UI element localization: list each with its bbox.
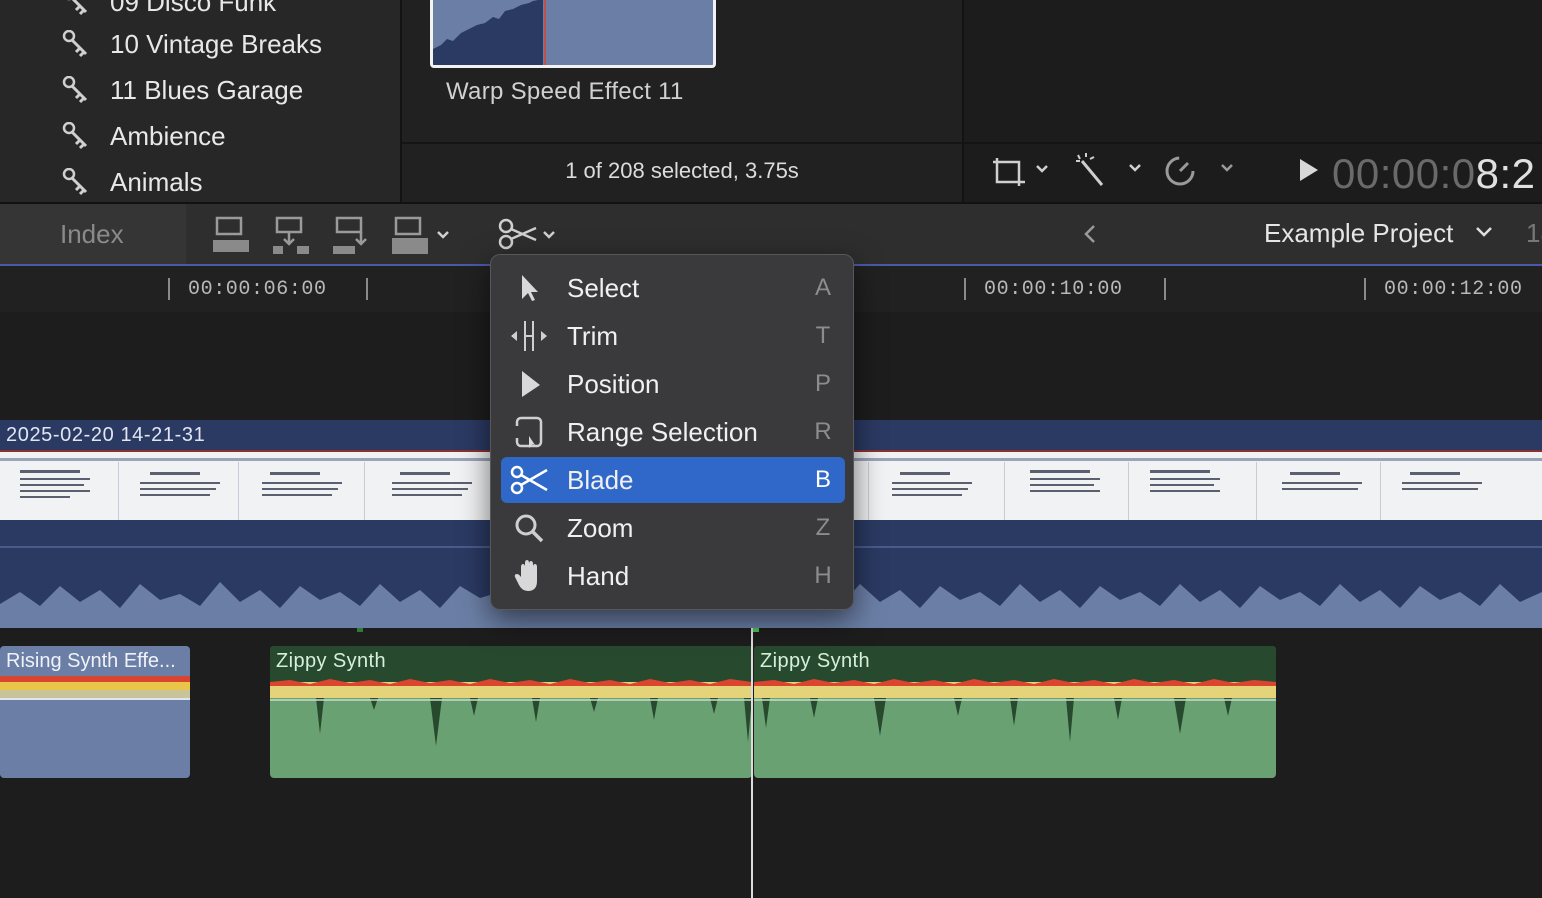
menu-item-label: Hand <box>567 560 630 591</box>
key-icon <box>62 0 94 17</box>
timecode-dim: 00:00:0 <box>1332 150 1476 197</box>
clip-title: Rising Synth Effe... <box>6 650 176 672</box>
magnifier-icon <box>501 505 557 551</box>
overwrite-clip-button[interactable] <box>390 216 456 256</box>
ruler-tick <box>964 278 966 300</box>
trim-icon <box>501 313 557 359</box>
hand-icon <box>501 553 557 599</box>
scissors-icon <box>501 457 557 503</box>
clip-name: Warp Speed Effect 11 <box>446 78 684 105</box>
menu-item-range-selection[interactable]: Range Selection R <box>501 409 845 455</box>
magic-wand-icon <box>1072 151 1144 194</box>
marker <box>357 628 363 632</box>
clip-title: Zippy Synth <box>760 650 871 672</box>
playhead[interactable] <box>751 628 753 898</box>
history-back-button[interactable] <box>1076 216 1104 256</box>
library-item-label: Ambience <box>110 120 226 151</box>
menu-item-shortcut: H <box>814 562 832 589</box>
key-icon <box>62 29 94 59</box>
chevron-down-icon[interactable] <box>1474 224 1494 245</box>
primary-clip-title: 2025-02-20 14-21-31 <box>6 424 206 446</box>
menu-item-label: Range Selection <box>567 416 758 447</box>
overwrite-icon <box>390 214 456 259</box>
ruler-tick <box>366 278 368 300</box>
ruler-label: 00:00:06:00 <box>188 278 327 301</box>
position-arrow-icon <box>501 361 557 407</box>
scissors-icon <box>496 214 562 259</box>
menu-item-blade[interactable]: Blade B <box>501 457 845 503</box>
menu-item-trim[interactable]: Trim T <box>501 313 845 359</box>
connect-clip-button[interactable] <box>210 216 252 256</box>
library-item-label: 11 Blues Garage <box>110 74 304 105</box>
insert-clip-button[interactable] <box>270 216 312 256</box>
ruler-tick <box>168 278 170 300</box>
index-button[interactable]: Index <box>0 204 186 264</box>
waveform-thumbnail <box>433 0 713 65</box>
clip-count: 18 <box>1526 218 1542 248</box>
project-name[interactable]: Example Project <box>1264 218 1453 249</box>
tools-menu-button[interactable] <box>496 216 562 256</box>
menu-item-shortcut: P <box>814 370 831 397</box>
play-icon <box>1298 157 1320 188</box>
menu-item-shortcut: R <box>814 418 832 445</box>
ruler-tick <box>1364 278 1366 300</box>
library-item[interactable]: 11 Blues Garage <box>62 70 303 110</box>
menu-item-shortcut: B <box>814 466 831 493</box>
menu-item-label: Position <box>567 368 660 399</box>
enhance-button[interactable] <box>1072 150 1144 194</box>
menu-item-label: Select <box>567 272 640 303</box>
library-item[interactable]: 09 Disco Funk <box>62 0 276 22</box>
transform-crop-icon <box>989 152 1053 193</box>
retime-button[interactable] <box>1162 150 1236 194</box>
ruler-label: 00:00:10:00 <box>984 278 1123 301</box>
browser-panel: Warp Speed Effect 11 1 of 208 selected, … <box>402 0 962 202</box>
menu-item-shortcut: A <box>814 274 831 301</box>
tools-menu: Select A Trim T Position P Range Selecti… <box>490 254 854 610</box>
insert-icon <box>271 214 311 259</box>
clip-thumbnail[interactable] <box>430 0 716 68</box>
chevron-left-icon <box>1082 222 1098 251</box>
library-sidebar: 09 Disco Funk 10 Vintage Breaks 11 Blues… <box>0 0 400 202</box>
menu-item-shortcut: Z <box>815 514 831 541</box>
menu-item-position[interactable]: Position P <box>501 361 845 407</box>
append-icon <box>331 214 371 259</box>
key-icon <box>62 121 94 151</box>
library-item[interactable]: Animals <box>62 162 202 202</box>
connected-clip[interactable]: Zippy Synth <box>270 646 752 778</box>
timecode-display: 00:00:08:2 <box>1332 150 1536 197</box>
append-clip-button[interactable] <box>330 216 372 256</box>
connected-clip[interactable]: Rising Synth Effe... <box>0 646 190 778</box>
menu-item-label: Zoom <box>567 512 634 543</box>
selection-status: 1 of 208 selected, 3.75s <box>565 158 799 183</box>
menu-item-label: Trim <box>567 320 619 351</box>
library-item[interactable]: 10 Vintage Breaks <box>62 24 322 64</box>
speedometer-icon <box>1162 151 1236 194</box>
menu-item-label: Blade <box>567 464 634 495</box>
range-selection-icon <box>501 409 557 455</box>
library-item[interactable]: Ambience <box>62 116 226 156</box>
menu-item-hand[interactable]: Hand H <box>501 553 845 599</box>
clip-title: Zippy Synth <box>276 650 387 672</box>
connected-clip[interactable]: Zippy Synth <box>754 646 1276 778</box>
transform-button[interactable] <box>986 150 1056 194</box>
key-icon <box>62 75 94 105</box>
timecode-lit: 8:2 <box>1475 150 1536 197</box>
menu-item-shortcut: T <box>815 322 831 349</box>
divider <box>402 142 962 144</box>
menu-item-select[interactable]: Select A <box>501 265 845 311</box>
arrow-pointer-icon <box>501 265 557 311</box>
play-button[interactable] <box>1294 150 1324 194</box>
connect-icon <box>211 214 251 259</box>
divider <box>964 142 1542 144</box>
viewer-panel: 00:00:08:2 <box>964 0 1542 202</box>
playhead-marker <box>753 628 759 632</box>
library-item-label: 09 Disco Funk <box>110 0 277 17</box>
library-item-label: Animals <box>110 166 203 197</box>
menu-item-zoom[interactable]: Zoom Z <box>501 505 845 551</box>
library-item-label: 10 Vintage Breaks <box>110 28 322 59</box>
key-icon <box>62 167 94 197</box>
ruler-tick <box>1164 278 1166 300</box>
ruler-label: 00:00:12:00 <box>1384 278 1523 301</box>
